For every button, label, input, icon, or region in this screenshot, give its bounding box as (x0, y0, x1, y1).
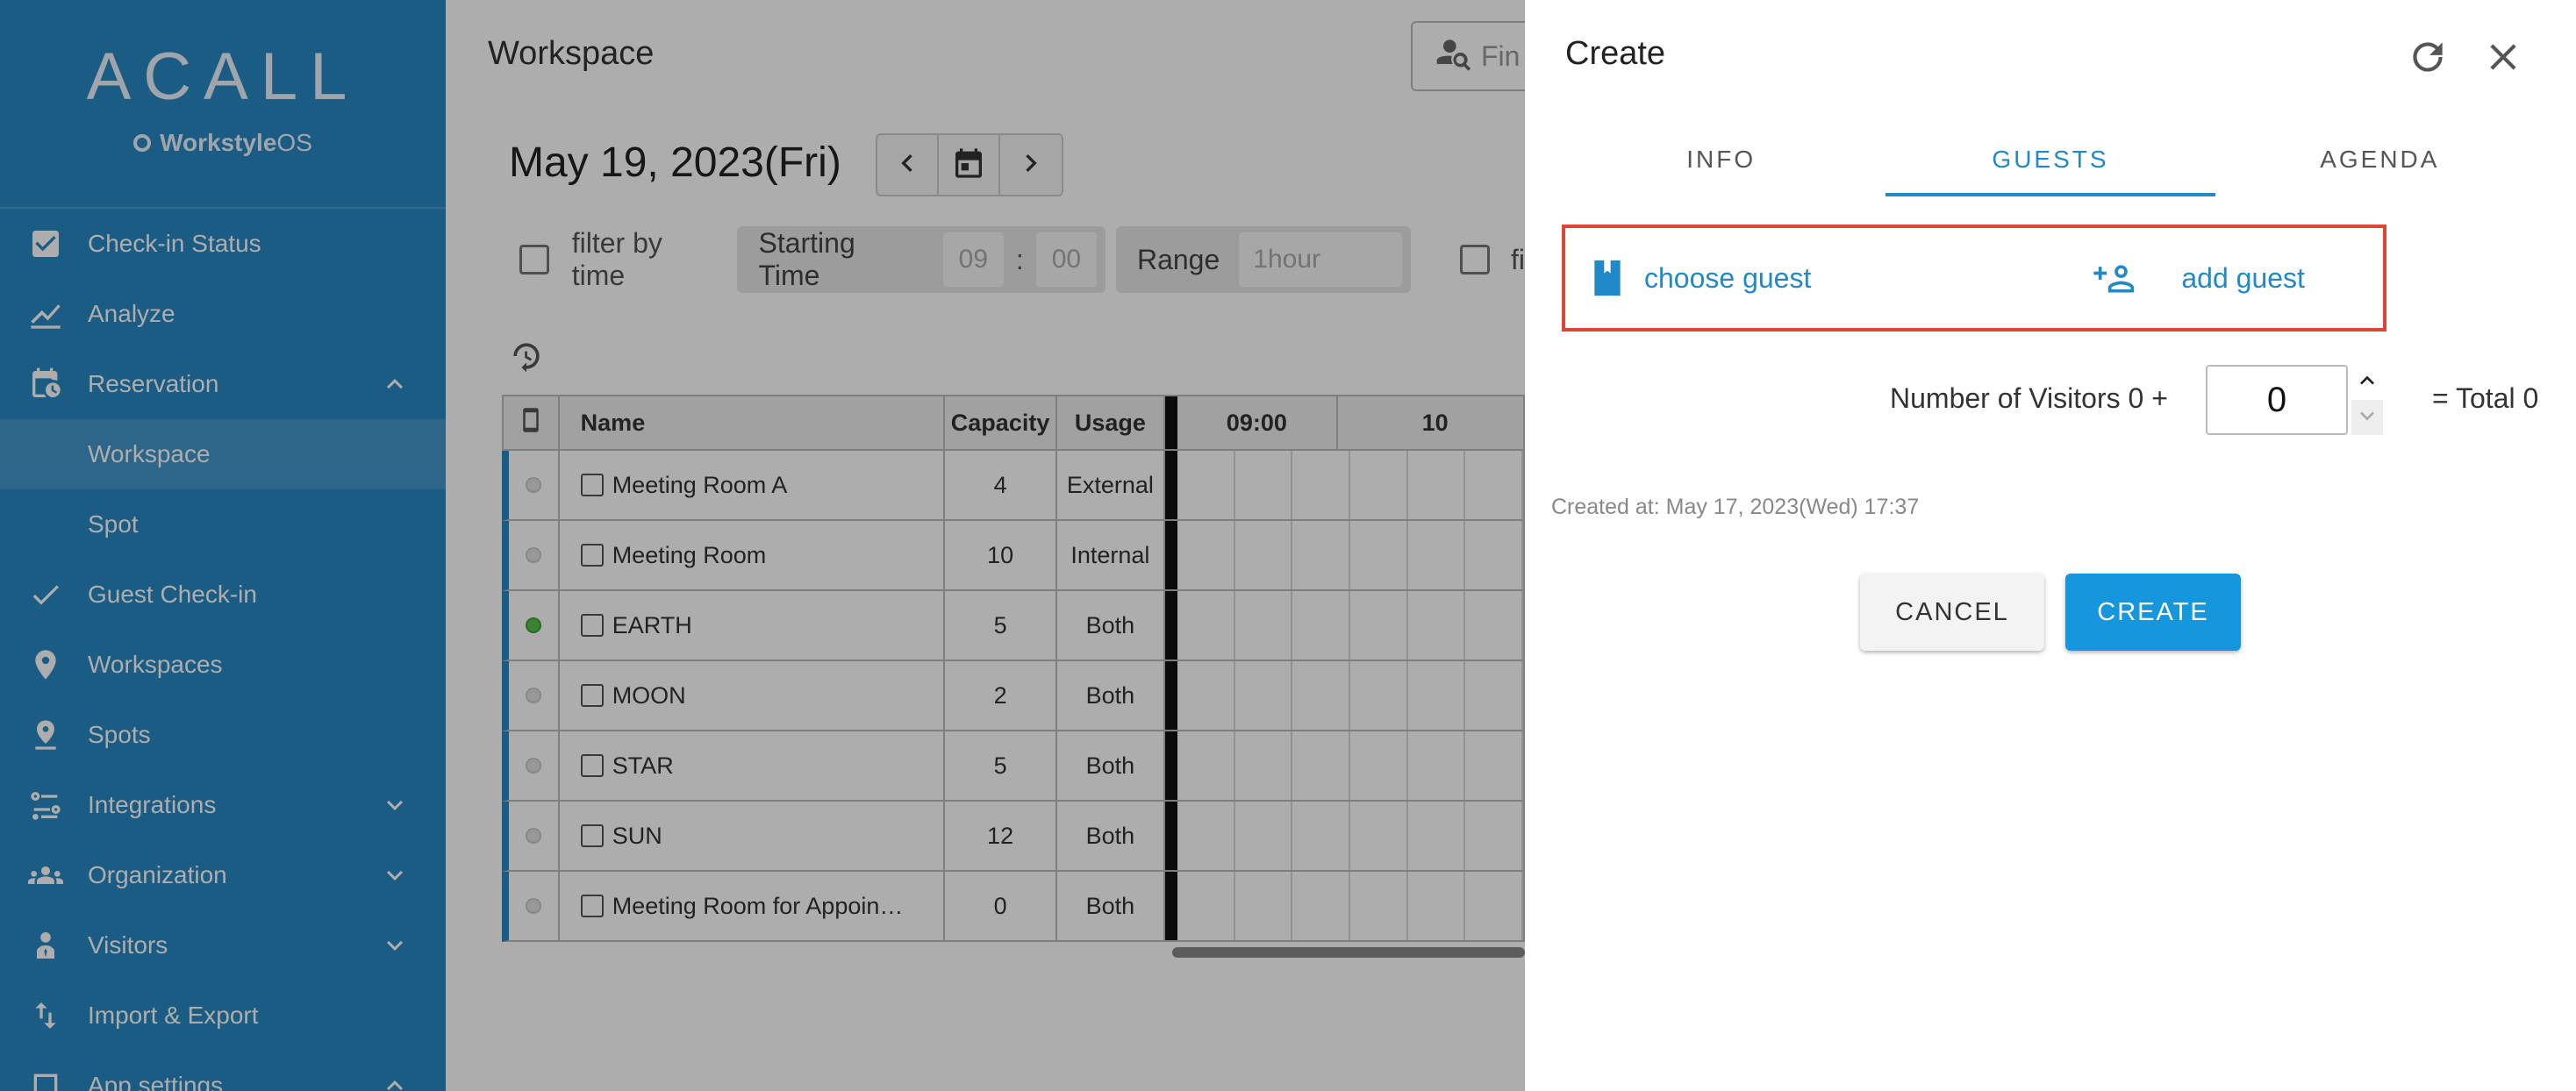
add-guest-link[interactable]: add guest (2181, 262, 2305, 295)
close-icon (2481, 44, 2525, 82)
cancel-button[interactable]: CANCEL (1860, 574, 2044, 651)
refresh-button[interactable] (2406, 35, 2450, 79)
visitors-count-input[interactable]: 0 (2206, 365, 2348, 435)
tab-agenda[interactable]: AGENDA (2215, 123, 2544, 196)
dialog-tabs: INFO GUESTS AGENDA (1556, 123, 2544, 196)
tab-guests[interactable]: GUESTS (1885, 123, 2215, 196)
refresh-icon (2406, 42, 2450, 82)
add-person-icon[interactable] (2093, 259, 2139, 297)
tab-info[interactable]: INFO (1556, 123, 1885, 196)
visitors-total: = Total 0 (2432, 382, 2539, 414)
created-at-text: Created at: May 17, 2023(Wed) 17:37 (1551, 495, 1920, 519)
choose-guest-link[interactable]: choose guest (1644, 262, 1811, 295)
address-book-icon[interactable] (1590, 259, 1625, 297)
chevron-up-icon (2353, 367, 2381, 399)
modal-backdrop[interactable] (0, 0, 1525, 1091)
increment-button[interactable] (2351, 365, 2383, 400)
visitors-label: Number of Visitors 0 + (1890, 382, 2168, 414)
create-dialog: Create INFO GUESTS AGENDA choose guest a… (1525, 0, 2576, 1091)
close-button[interactable] (2481, 35, 2525, 79)
decrement-button[interactable] (2351, 400, 2383, 435)
create-button[interactable]: CREATE (2065, 574, 2241, 651)
dialog-title: Create (1565, 35, 1666, 72)
chevron-down-icon (2353, 402, 2381, 434)
visitors-row: Number of Visitors 0 + 0 = Total 0 (1525, 365, 2576, 435)
visitors-stepper (2351, 365, 2383, 435)
guest-actions-highlight: choose guest add guest (1562, 225, 2386, 332)
